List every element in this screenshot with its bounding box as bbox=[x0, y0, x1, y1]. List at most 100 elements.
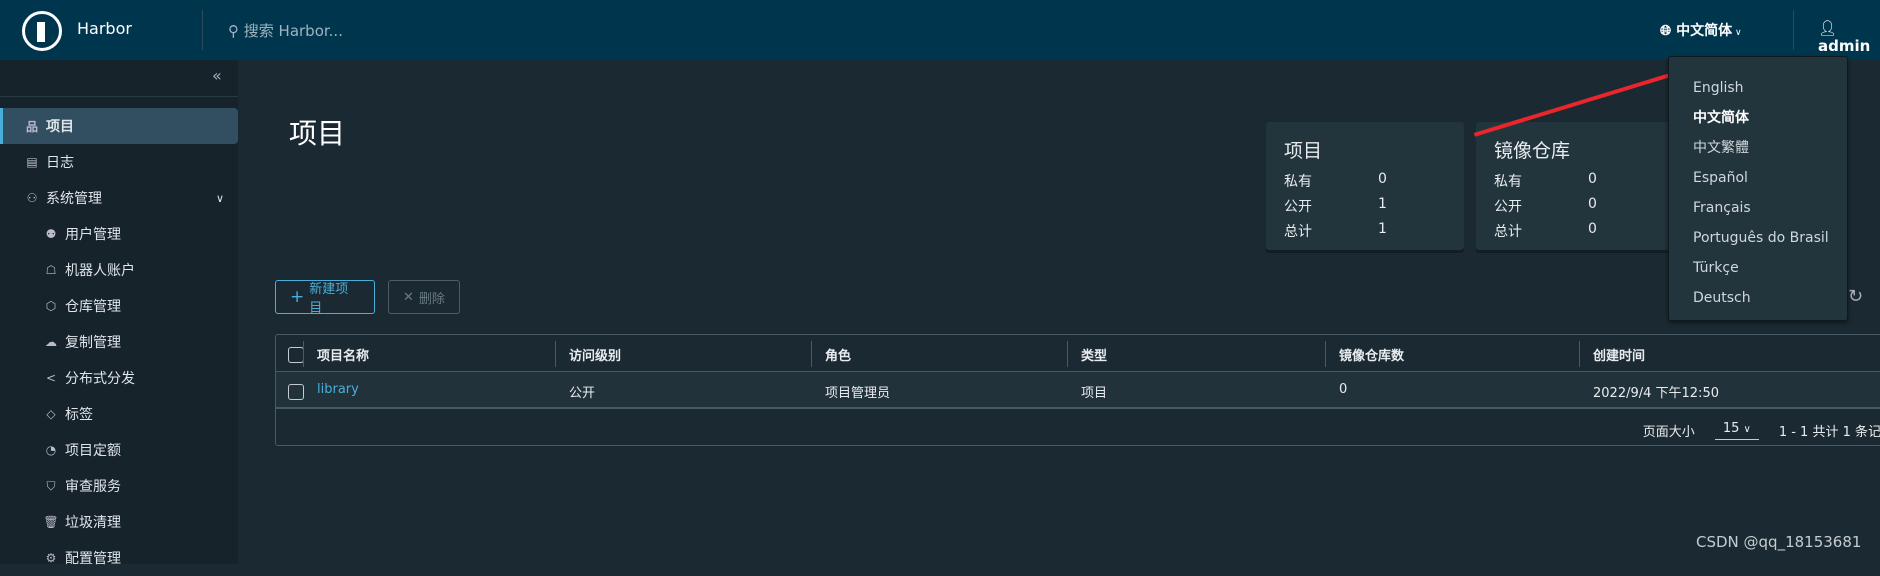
language-option[interactable]: 中文简体 bbox=[1669, 103, 1847, 133]
card-row-label: 公开 bbox=[1284, 199, 1312, 215]
card-row-value: 0 bbox=[1378, 171, 1387, 187]
summary-card: 项目私有 0 公开 1 总计 1 bbox=[1266, 122, 1464, 250]
sidebar-item-label: 机器人账户 bbox=[65, 263, 135, 279]
sidebar-item[interactable]: 🗑︎ 垃圾清理 bbox=[0, 504, 238, 540]
globe-icon: 🌐︎ bbox=[1660, 23, 1677, 39]
column-header[interactable]: 镜像仓库数 bbox=[1324, 341, 1404, 367]
column-header[interactable]: 访问级别 bbox=[554, 341, 621, 367]
shield-icon: ⛉ bbox=[46, 478, 56, 493]
sidebar-item[interactable]: ◇ 标签 bbox=[0, 396, 238, 432]
delete-button[interactable]: ✕ 删除 bbox=[388, 280, 460, 314]
search-icon: ⚲ bbox=[228, 22, 244, 40]
card-row-value: 0 bbox=[1588, 171, 1597, 187]
language-option[interactable]: English bbox=[1669, 73, 1847, 103]
brand-name[interactable]: Harbor bbox=[77, 19, 132, 38]
card-row-value: 1 bbox=[1378, 196, 1387, 212]
column-header[interactable]: 项目名称 bbox=[302, 341, 369, 367]
tag-icon: ◇ bbox=[46, 407, 56, 421]
sidebar-item-label: 项目 bbox=[46, 119, 74, 135]
sidebar-item-label: 配置管理 bbox=[65, 551, 121, 567]
column-header[interactable]: 创建时间 bbox=[1578, 341, 1645, 367]
sidebar-item[interactable]: ⬡ 仓库管理 bbox=[0, 288, 238, 324]
sidebar-item-label: 项目定额 bbox=[65, 443, 121, 459]
sidebar-item-label: 审查服务 bbox=[65, 479, 121, 495]
sidebar-item[interactable]: ◔ 项目定额 bbox=[0, 432, 238, 468]
sidebar-item-label: 垃圾清理 bbox=[65, 515, 121, 531]
project-name-link[interactable]: library bbox=[317, 382, 359, 397]
table-cell: 2022/9/4 下午12:50 bbox=[1593, 386, 1719, 401]
table-cell: 0 bbox=[1339, 382, 1348, 397]
language-label: 中文简体 bbox=[1676, 23, 1733, 39]
language-option[interactable]: Français bbox=[1669, 193, 1847, 223]
language-option[interactable]: Português do Brasil bbox=[1669, 223, 1847, 253]
language-option[interactable]: Türkçe bbox=[1669, 253, 1847, 283]
divider bbox=[1793, 10, 1794, 50]
chevron-down-icon: ∨ bbox=[1732, 28, 1742, 38]
share-icon: < bbox=[45, 371, 57, 385]
sidebar-item[interactable]: ⚇ 系统管理 ∨ bbox=[0, 180, 238, 216]
table-header: 项目名称 访问级别 角色 类型 镜像仓库数 创建时间 bbox=[276, 335, 1880, 372]
page-title: 项目 bbox=[289, 117, 346, 150]
card-row: 私有 0 bbox=[1284, 171, 1446, 196]
card-row-label: 私有 bbox=[1494, 174, 1522, 190]
delete-label: 删除 bbox=[418, 291, 445, 307]
chevron-down-icon: ∨ bbox=[215, 191, 224, 205]
project-icon: 品 bbox=[25, 119, 38, 134]
language-selector[interactable]: 🌐︎ 中文简体 ∨ bbox=[1660, 20, 1742, 40]
card-row-value: 0 bbox=[1588, 221, 1597, 237]
sidebar-item-label: 日志 bbox=[46, 155, 74, 171]
language-option[interactable]: Español bbox=[1669, 163, 1847, 193]
sidebar-item-label: 标签 bbox=[65, 407, 93, 423]
language-option[interactable]: Deutsch bbox=[1669, 283, 1847, 313]
pagination: 页面大小 15 ∨ 1 - 1 共计 1 条记录 bbox=[1643, 421, 1880, 440]
card-row: 总计 0 bbox=[1494, 221, 1656, 246]
search-input[interactable]: ⚲ 搜索 Harbor... bbox=[228, 20, 343, 41]
gear-icon: ⚙ bbox=[45, 551, 57, 565]
refresh-icon[interactable]: ↻ bbox=[1848, 286, 1863, 307]
sidebar-item-label: 系统管理 bbox=[46, 191, 102, 207]
select-all-checkbox[interactable] bbox=[288, 347, 304, 363]
sidebar-item[interactable]: ⛉ 审查服务 bbox=[0, 468, 238, 504]
table-row: library 公开 项目管理员 项目 0 2022/9/4 下午12:50 bbox=[276, 372, 1880, 409]
card-row-label: 私有 bbox=[1284, 174, 1312, 190]
sidebar-item-label: 分布式分发 bbox=[65, 371, 135, 387]
harbor-logo[interactable] bbox=[22, 11, 62, 51]
cube-icon: ⬡ bbox=[45, 299, 57, 313]
pagination-summary: 1 - 1 共计 1 条记录 bbox=[1778, 425, 1880, 440]
sidebar-item[interactable]: 品项目 bbox=[0, 108, 238, 144]
sidebar-item[interactable]: ⚙ 配置管理 bbox=[0, 540, 238, 576]
admin-icon: ⚇ bbox=[26, 191, 38, 205]
users-icon: ⚉ bbox=[45, 227, 57, 241]
card-row: 公开 0 bbox=[1494, 196, 1656, 221]
sidebar-item[interactable]: < 分布式分发 bbox=[0, 360, 238, 396]
column-header[interactable]: 角色 bbox=[810, 341, 851, 367]
sidebar-item[interactable]: ☖ 机器人账户 bbox=[0, 252, 238, 288]
sidebar-item-label: 仓库管理 bbox=[65, 299, 121, 315]
page-size-select[interactable]: 15 ∨ bbox=[1714, 421, 1759, 440]
language-dropdown: English 中文简体 中文繁體 Español Français Português … bbox=[1668, 56, 1848, 321]
table-cell: 项目管理员 bbox=[825, 386, 891, 401]
sidebar-item[interactable]: ▤ 日志 bbox=[0, 144, 238, 180]
sidebar-item-label: 复制管理 bbox=[65, 335, 121, 351]
user-menu[interactable]: 👤︎admin bbox=[1818, 19, 1880, 55]
language-option[interactable]: 中文繁體 bbox=[1669, 133, 1847, 163]
search-placeholder: 搜索 Harbor... bbox=[243, 22, 343, 40]
close-icon: ✕ bbox=[403, 289, 414, 305]
user-name: admin bbox=[1818, 37, 1871, 55]
trash-icon: 🗑︎ bbox=[43, 515, 59, 529]
card-row-value: 1 bbox=[1378, 221, 1387, 237]
watermark: CSDN @qq_18153681 bbox=[1696, 533, 1862, 551]
sidebar-item[interactable]: ☁ 复制管理 bbox=[0, 324, 238, 360]
card-row-label: 总计 bbox=[1284, 224, 1312, 240]
log-icon: ▤ bbox=[26, 155, 38, 169]
sidebar-item[interactable]: ⚉ 用户管理 bbox=[0, 216, 238, 252]
new-project-button[interactable]: + 新建项目 bbox=[275, 280, 375, 316]
divider bbox=[202, 10, 203, 50]
card-title: 项目 bbox=[1284, 140, 1323, 162]
page-size-label: 页面大小 bbox=[1642, 425, 1695, 440]
row-checkbox[interactable] bbox=[288, 384, 304, 400]
collapse-sidebar-icon[interactable]: « bbox=[212, 66, 222, 85]
sidebar-item-label: 用户管理 bbox=[65, 227, 121, 243]
column-header[interactable]: 类型 bbox=[1066, 341, 1107, 367]
card-row-label: 总计 bbox=[1494, 224, 1522, 240]
